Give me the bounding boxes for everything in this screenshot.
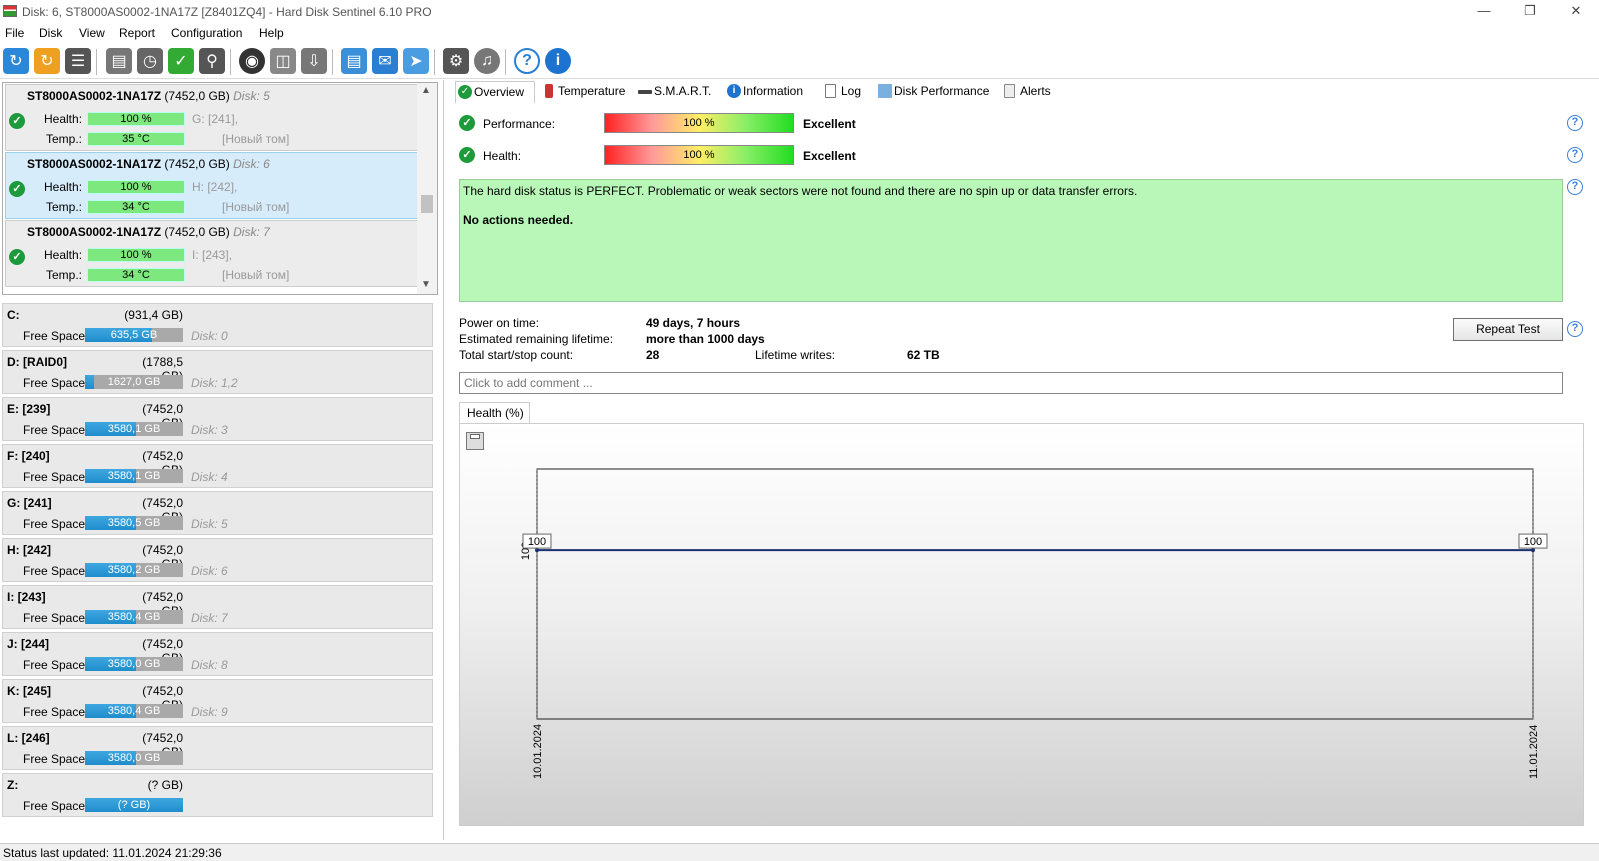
chart-marks: 10010010.01.202410011.01.2024 xyxy=(520,533,1548,779)
data-point xyxy=(1531,548,1535,553)
data-label: 100 xyxy=(1524,536,1542,548)
x-tick-label: 10.01.2024 xyxy=(532,724,544,779)
plot-frame xyxy=(536,468,1534,720)
data-point xyxy=(535,548,539,553)
data-label: 100 xyxy=(528,536,546,548)
health-chart: 10010010.01.202410011.01.2024 xyxy=(520,468,1548,779)
x-tick-label: 11.01.2024 xyxy=(1528,725,1540,779)
